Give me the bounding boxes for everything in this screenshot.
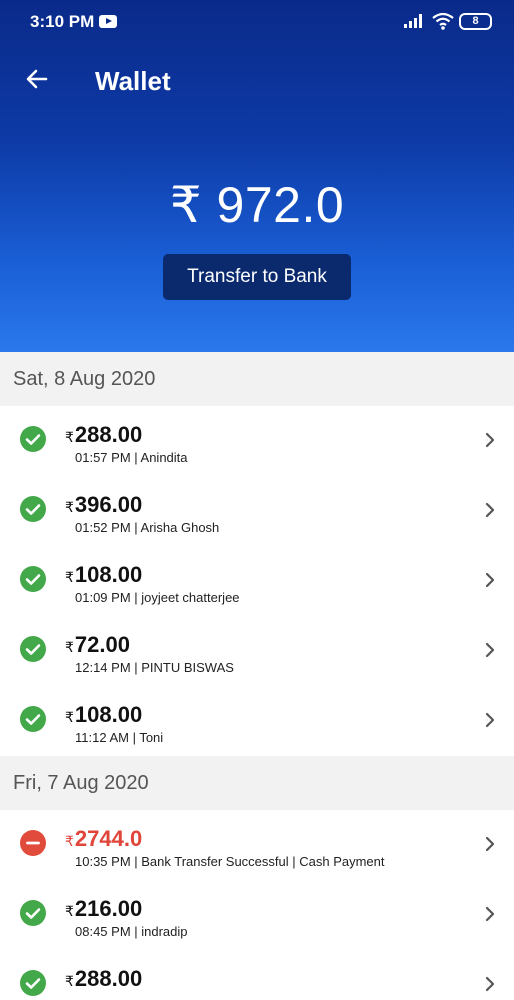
status-bar: 3:10 PM 8 bbox=[0, 0, 514, 44]
chevron-right-icon[interactable] bbox=[484, 905, 496, 923]
signal-icon bbox=[404, 14, 426, 28]
check-circle-icon bbox=[20, 706, 46, 732]
currency-symbol: ₹ bbox=[65, 709, 74, 725]
currency-symbol: ₹ bbox=[65, 569, 74, 585]
chevron-right-icon[interactable] bbox=[484, 431, 496, 449]
arrow-left-icon[interactable] bbox=[24, 66, 50, 92]
transaction-amount: ₹108.00 bbox=[65, 562, 142, 588]
transaction-row[interactable]: ₹216.00 08:45 PM | indradip bbox=[0, 880, 514, 950]
check-circle-icon bbox=[20, 496, 46, 522]
transaction-row[interactable]: ₹396.00 01:52 PM | Arisha Ghosh bbox=[0, 476, 514, 546]
transaction-amount: ₹72.00 bbox=[65, 632, 130, 658]
wallet-header: 3:10 PM 8 Wallet ₹ 972.0 Transfer to Ban… bbox=[0, 0, 514, 352]
wifi-icon bbox=[432, 12, 454, 30]
transaction-amount: ₹2744.0 bbox=[65, 826, 142, 852]
chevron-right-icon[interactable] bbox=[484, 571, 496, 589]
currency-symbol: ₹ bbox=[65, 499, 74, 515]
amount-value: 396.00 bbox=[74, 492, 143, 517]
transaction-amount: ₹108.00 bbox=[65, 702, 142, 728]
transaction-detail: 01:57 PM | Anindita bbox=[75, 450, 188, 465]
transaction-row[interactable]: ₹72.00 12:14 PM | PINTU BISWAS bbox=[0, 616, 514, 686]
check-circle-icon bbox=[20, 900, 46, 926]
transaction-detail: 11:12 AM | Toni bbox=[75, 730, 164, 745]
chevron-right-icon[interactable] bbox=[484, 711, 496, 729]
date-header: Sat, 8 Aug 2020 bbox=[0, 352, 514, 406]
transaction-row[interactable]: ₹108.00 01:09 PM | joyjeet chatterjee bbox=[0, 546, 514, 616]
transaction-amount: ₹288.00 bbox=[65, 966, 142, 992]
amount-value: 288.00 bbox=[74, 966, 143, 991]
transaction-detail: 12:14 PM | PINTU BISWAS bbox=[75, 660, 234, 675]
transaction-row[interactable]: ₹2744.0 10:35 PM | Bank Transfer Successf… bbox=[0, 810, 514, 880]
chevron-right-icon[interactable] bbox=[484, 835, 496, 853]
amount-value: 72.00 bbox=[74, 632, 130, 657]
battery-icon: 8 bbox=[459, 13, 492, 30]
chevron-right-icon[interactable] bbox=[484, 641, 496, 659]
currency-symbol: ₹ bbox=[65, 903, 74, 919]
transaction-list: Sat, 8 Aug 2020 ₹288.00 01:57 PM | Anindit… bbox=[0, 352, 514, 1000]
check-circle-icon bbox=[20, 636, 46, 662]
transaction-detail: 08:45 PM | indradip bbox=[75, 924, 188, 939]
transaction-amount: ₹216.00 bbox=[65, 896, 142, 922]
transaction-amount: ₹396.00 bbox=[65, 492, 142, 518]
wallet-balance: ₹ 972.0 bbox=[169, 177, 345, 233]
status-time: 3:10 PM bbox=[30, 12, 95, 31]
chevron-right-icon[interactable] bbox=[484, 501, 496, 519]
currency-symbol: ₹ bbox=[65, 973, 74, 989]
date-header: Fri, 7 Aug 2020 bbox=[0, 756, 514, 810]
check-circle-icon bbox=[20, 426, 46, 452]
transaction-detail: 01:09 PM | joyjeet chatterjee bbox=[75, 590, 240, 605]
transaction-detail: 10:35 PM | Bank Transfer Successful | Ca… bbox=[75, 854, 385, 869]
youtube-notification-icon bbox=[99, 15, 117, 28]
amount-value: 216.00 bbox=[74, 896, 143, 921]
amount-value: 108.00 bbox=[74, 562, 143, 587]
transaction-detail: 01:52 PM | Arisha Ghosh bbox=[75, 520, 220, 535]
check-circle-icon bbox=[20, 970, 46, 996]
currency-symbol: ₹ bbox=[65, 833, 74, 849]
transfer-to-bank-button[interactable]: Transfer to Bank bbox=[163, 254, 351, 300]
check-circle-icon bbox=[20, 566, 46, 592]
currency-symbol: ₹ bbox=[65, 639, 74, 655]
currency-symbol: ₹ bbox=[65, 429, 74, 445]
transaction-amount: ₹288.00 bbox=[65, 422, 142, 448]
amount-value: 288.00 bbox=[74, 422, 143, 447]
amount-value: 108.00 bbox=[74, 702, 143, 727]
minus-circle-icon bbox=[20, 830, 46, 856]
transaction-row[interactable]: ₹288.00 bbox=[0, 950, 514, 1000]
transaction-row[interactable]: ₹288.00 01:57 PM | Anindita bbox=[0, 406, 514, 476]
transaction-row[interactable]: ₹108.00 11:12 AM | Toni bbox=[0, 686, 514, 756]
page-title: Wallet bbox=[95, 66, 171, 96]
amount-value: 2744.0 bbox=[74, 826, 143, 851]
chevron-right-icon[interactable] bbox=[484, 975, 496, 993]
